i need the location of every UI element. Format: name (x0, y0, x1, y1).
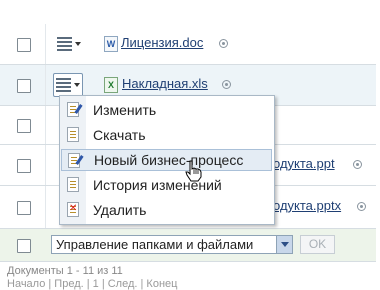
menu-item-label: Изменить (93, 102, 157, 118)
view-icon[interactable] (219, 39, 228, 48)
business-process-icon (68, 153, 80, 168)
actions-row: Управление папками и файлами OK (0, 229, 376, 262)
menu-item-download[interactable]: Скачать (61, 124, 272, 146)
file-link[interactable]: Лицензия.doc (121, 35, 203, 50)
view-icon[interactable] (353, 160, 362, 169)
download-icon (67, 127, 79, 142)
history-icon (67, 177, 79, 192)
view-icon[interactable] (357, 202, 366, 211)
dropdown-arrow-icon[interactable] (276, 236, 292, 253)
row-menu-button[interactable] (57, 35, 81, 53)
pagination: Начало | Пред. | 1 | След. | Конец (7, 278, 178, 290)
row-checkbox[interactable] (17, 201, 31, 215)
row-checkbox[interactable] (17, 159, 31, 173)
edit-icon (67, 102, 79, 117)
row-checkbox[interactable] (17, 38, 31, 52)
menu-item-label: Скачать (93, 127, 146, 143)
row-checkbox[interactable] (17, 79, 31, 93)
table-row: W Лицензия.doc (0, 24, 376, 65)
menu-item-label: Новый бизнес-процесс (94, 152, 244, 168)
select-all-checkbox[interactable] (17, 239, 31, 253)
row-checkbox[interactable] (17, 119, 31, 133)
menu-icon (57, 37, 72, 51)
word-file-icon: W (104, 36, 118, 52)
file-link[interactable]: одукта.pptx (273, 198, 341, 213)
status-text: Документы 1 - 11 из 11 (7, 265, 123, 277)
action-select-value: Управление папками и файлами (56, 237, 254, 252)
menu-item-history[interactable]: История изменений (61, 174, 272, 196)
row-menu-button[interactable] (53, 73, 83, 97)
menu-item-edit[interactable]: Изменить (61, 99, 272, 121)
excel-file-icon: X (104, 77, 118, 93)
caret-down-icon (75, 42, 81, 46)
ok-button[interactable]: OK (300, 235, 335, 254)
file-link[interactable]: Накладная.xls (122, 76, 208, 91)
menu-item-label: Удалить (93, 202, 147, 218)
delete-icon (67, 202, 79, 217)
file-link[interactable]: одукта.ppt (273, 156, 335, 171)
caret-down-icon (74, 83, 80, 87)
menu-icon (56, 78, 71, 92)
context-menu: Изменить Скачать Новый бизнес-процесс Ис… (59, 95, 275, 225)
menu-item-delete[interactable]: Удалить (61, 199, 272, 221)
view-icon[interactable] (222, 80, 231, 89)
action-select[interactable]: Управление папками и файлами (51, 235, 293, 254)
hand-cursor-icon (185, 160, 202, 182)
menu-item-new-business-process[interactable]: Новый бизнес-процесс (61, 149, 272, 171)
